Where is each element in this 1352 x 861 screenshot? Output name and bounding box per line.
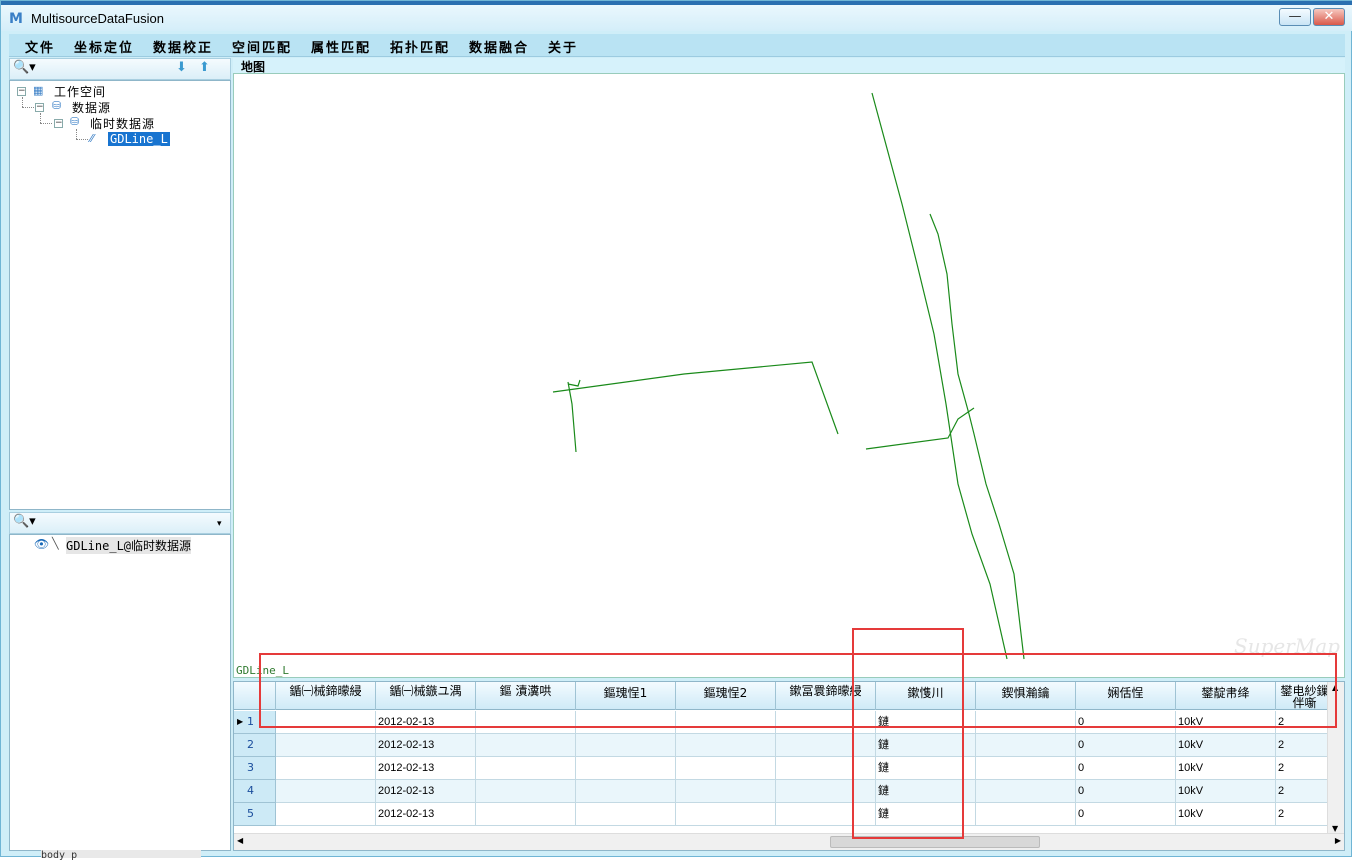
row-number[interactable]: 3 (234, 757, 276, 780)
horizontal-scrollbar[interactable]: ◀ ▶ (234, 833, 1344, 850)
tree-node-datasources[interactable]: 数据源 (72, 99, 111, 116)
value-cell[interactable]: 0 (1076, 803, 1176, 826)
map-line-feature (567, 379, 581, 387)
menu-bar: 文件 坐标定位 数据校正 空间匹配 属性匹配 拓扑匹配 数据融合 关于 (9, 34, 1345, 57)
move-down-icon[interactable]: ⬇ (176, 60, 187, 75)
annotation-box (852, 628, 964, 839)
workspace-icon: ▦ (33, 84, 44, 97)
voltage-cell[interactable]: 10kV (1176, 734, 1276, 757)
map-line-feature (871, 92, 1008, 660)
count-cell[interactable]: 2 (1276, 734, 1334, 757)
voltage-cell[interactable]: 10kV (1176, 757, 1276, 780)
collapse-icon[interactable]: − (17, 87, 26, 96)
menu-about[interactable]: 关于 (548, 37, 578, 56)
map-line-feature (552, 361, 839, 435)
map-canvas[interactable] (234, 74, 1345, 678)
scroll-left-icon[interactable]: ◀ (237, 836, 243, 845)
map-view[interactable]: SuperMap GDLine_L (233, 73, 1345, 678)
menu-attribute-match[interactable]: 属性匹配 (311, 37, 371, 56)
annotation-box (259, 653, 1337, 728)
date-cell[interactable]: 2012-02-13 (376, 734, 476, 757)
move-up-icon[interactable]: ⬆ (199, 60, 210, 75)
menu-spatial-match[interactable]: 空间匹配 (232, 37, 292, 56)
datasource-icon: ⛁ (52, 99, 62, 112)
date-cell[interactable]: 2012-02-13 (376, 803, 476, 826)
app-logo-icon: M (9, 11, 23, 27)
count-cell[interactable]: 2 (1276, 803, 1334, 826)
close-button[interactable]: ✕ (1313, 8, 1345, 26)
layers-toolbar: 🔍▾ ▾ (9, 512, 231, 534)
workspace-toolbar: 🔍▾ ⬇ ⬆ (9, 58, 231, 80)
collapse-icon[interactable]: − (35, 103, 44, 112)
map-line-feature (865, 407, 975, 450)
workspace-tree: − ▦ 工作空间 − ⛁ 数据源 − ⛁ 临时数据源 ⁄⁄ GDLine_L (9, 80, 231, 510)
temp-datasource-icon: ⛁ (70, 115, 80, 128)
row-number[interactable]: 2 (234, 734, 276, 757)
app-window: M MultisourceDataFusion — ✕ 文件 坐标定位 数据校正… (0, 0, 1352, 861)
collapse-icon[interactable]: − (54, 119, 63, 128)
voltage-cell[interactable]: 10kV (1176, 780, 1276, 803)
map-line-feature (567, 381, 577, 453)
date-cell[interactable]: 2012-02-13 (376, 780, 476, 803)
date-cell[interactable]: 2012-02-13 (376, 757, 476, 780)
value-cell[interactable]: 0 (1076, 757, 1176, 780)
search-icon[interactable]: 🔍▾ (13, 60, 36, 75)
count-cell[interactable]: 2 (1276, 757, 1334, 780)
tree-node-workspace[interactable]: 工作空间 (54, 83, 106, 100)
window-title: MultisourceDataFusion (31, 11, 164, 26)
tree-node-dataset[interactable]: GDLine_L (108, 132, 170, 146)
row-number[interactable]: 4 (234, 780, 276, 803)
value-cell[interactable]: 0 (1076, 734, 1176, 757)
map-line-feature (929, 213, 1025, 660)
tree-node-temp-datasource[interactable]: 临时数据源 (90, 115, 155, 132)
title-bar: M MultisourceDataFusion — ✕ (1, 5, 1352, 31)
map-tab[interactable]: 地图 (233, 58, 1345, 74)
layer-item[interactable]: GDLine_L@临时数据源 (66, 537, 192, 554)
minimize-button[interactable]: — (1279, 8, 1311, 26)
row-number[interactable]: 5 (234, 803, 276, 826)
left-panel: 🔍▾ ⬇ ⬆ − ▦ 工作空间 − ⛁ 数据源 − ⛁ 临时数据源 ⁄⁄ GDL… (9, 58, 231, 851)
scroll-down-icon[interactable]: ▼ (1332, 824, 1338, 833)
count-cell[interactable]: 2 (1276, 780, 1334, 803)
line-layer-icon: ╲ (52, 537, 59, 550)
menu-coordinate-locate[interactable]: 坐标定位 (74, 37, 134, 56)
visibility-eye-icon[interactable]: 👁 (34, 537, 49, 551)
menu-file[interactable]: 文件 (25, 37, 55, 56)
search-icon[interactable]: 🔍▾ (13, 514, 36, 529)
voltage-cell[interactable]: 10kV (1176, 803, 1276, 826)
menu-topology-match[interactable]: 拓扑匹配 (390, 37, 450, 56)
scroll-right-icon[interactable]: ▶ (1335, 836, 1341, 845)
menu-data-correction[interactable]: 数据校正 (153, 37, 213, 56)
dropdown-icon[interactable]: ▾ (217, 519, 222, 529)
layer-list: 👁 ╲ GDLine_L@临时数据源 (9, 534, 231, 851)
menu-data-fusion[interactable]: 数据融合 (469, 37, 529, 56)
value-cell[interactable]: 0 (1076, 780, 1176, 803)
line-dataset-icon: ⁄⁄ (90, 132, 94, 145)
